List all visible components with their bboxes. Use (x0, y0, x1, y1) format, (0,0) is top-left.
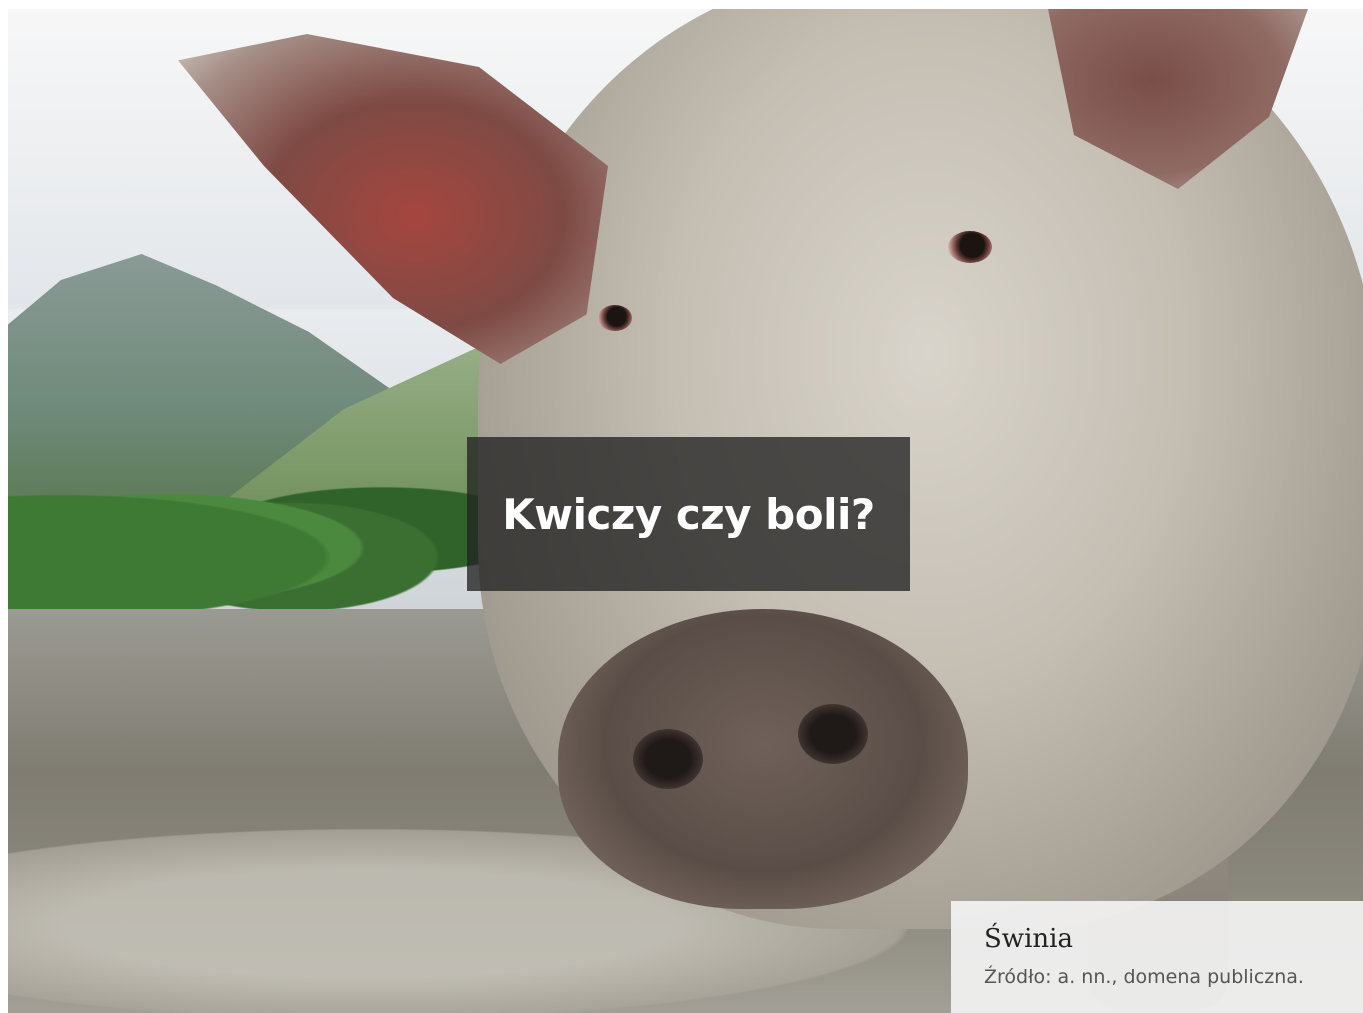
title-overlay: Kwiczy czy boli? (467, 437, 910, 591)
pig-snout (558, 609, 968, 909)
caption-title: Świnia (984, 924, 1073, 954)
trees (8, 449, 528, 629)
caption-source: Źródło: a. nn., domena publiczna. (984, 966, 1304, 988)
image-caption: Świnia Źródło: a. nn., domena publiczna. (951, 901, 1363, 1013)
pig-nostril-left (633, 729, 703, 789)
pig-eye-left (598, 305, 632, 331)
title-text: Kwiczy czy boli? (502, 489, 875, 539)
pig-nostril-right (798, 704, 868, 764)
pig-eye-right (948, 231, 992, 263)
